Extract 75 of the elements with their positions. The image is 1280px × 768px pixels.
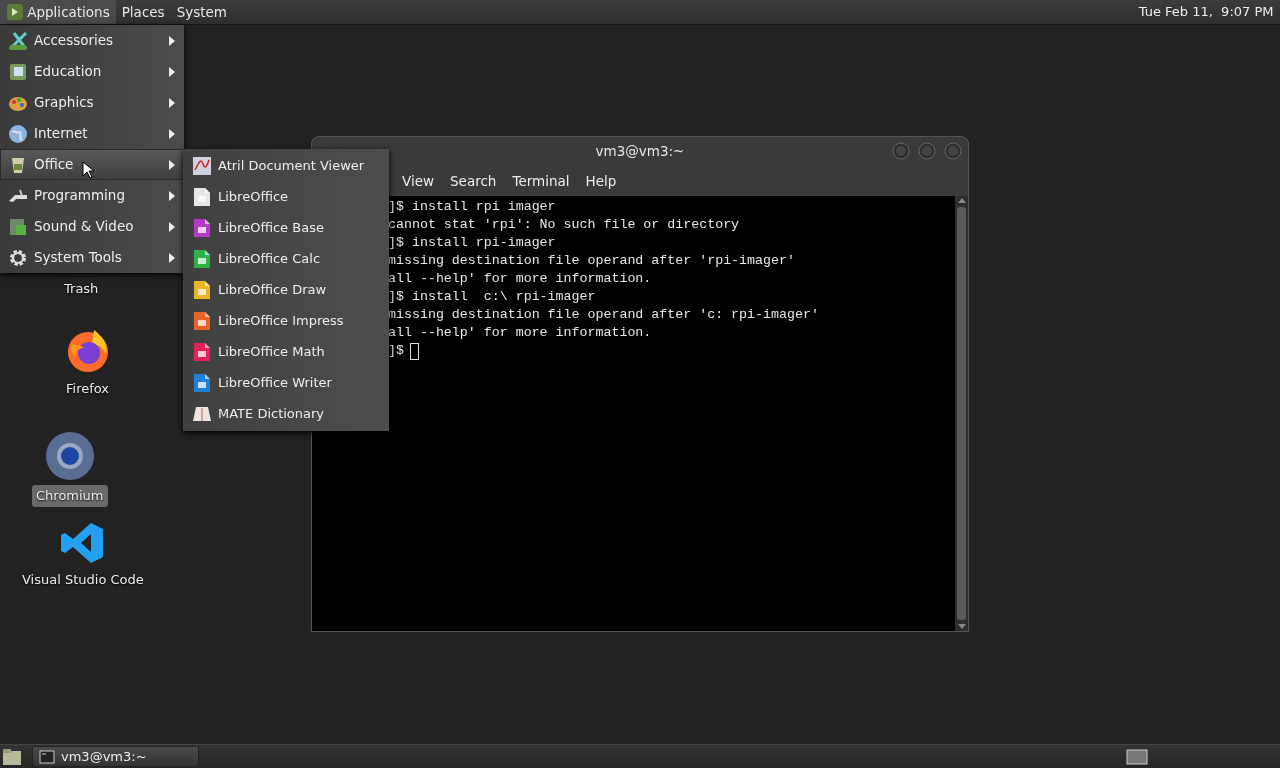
submenu-arrow-icon bbox=[168, 220, 176, 233]
menu-item[interactable]: System Tools bbox=[0, 242, 184, 273]
show-desktop-icon[interactable] bbox=[2, 747, 22, 766]
menu-item[interactable]: LibreOffice Draw bbox=[183, 274, 389, 305]
menu-item[interactable]: Search bbox=[444, 168, 503, 194]
education-icon bbox=[8, 61, 28, 82]
document-icon bbox=[192, 186, 212, 207]
menu-item[interactable]: View bbox=[396, 168, 441, 194]
workspace-switcher-icon[interactable] bbox=[1126, 748, 1148, 765]
submenu-arrow-icon bbox=[168, 34, 176, 47]
browser-icon[interactable] bbox=[44, 431, 95, 481]
terminal-line: ]$ install rpi imager bbox=[388, 198, 556, 216]
accessories-icon bbox=[8, 30, 28, 51]
globe-icon bbox=[8, 123, 28, 144]
terminal-line: ]$ bbox=[388, 342, 404, 360]
document-icon bbox=[192, 372, 212, 393]
menu-item[interactable]: LibreOffice bbox=[183, 181, 389, 212]
mouse-pointer-icon bbox=[82, 161, 94, 179]
panel-menu[interactable]: Places bbox=[115, 0, 171, 24]
clock[interactable]: Tue Feb 11, 9:07 PM bbox=[1132, 2, 1280, 22]
menu-item[interactable]: MATE Dictionary bbox=[183, 398, 389, 429]
code-editor-icon[interactable] bbox=[60, 521, 105, 565]
terminal-line: ]$ install c:\ rpi-imager bbox=[388, 288, 596, 306]
menu-item[interactable]: Help bbox=[579, 168, 623, 194]
menu-item[interactable]: LibreOffice Writer bbox=[183, 367, 389, 398]
panel-menu[interactable]: System bbox=[170, 0, 233, 24]
menu-item[interactable]: Education bbox=[0, 56, 184, 87]
minimize-button[interactable] bbox=[892, 142, 910, 160]
close-button[interactable] bbox=[944, 142, 962, 160]
menu-item[interactable]: Sound & Video bbox=[0, 211, 184, 242]
menu-item[interactable]: Atril Document Viewer bbox=[183, 150, 389, 181]
document-viewer-icon bbox=[192, 155, 212, 176]
maximize-button[interactable] bbox=[918, 142, 936, 160]
scroll-up-arrow[interactable] bbox=[956, 196, 967, 204]
menu-item[interactable]: Graphics bbox=[0, 87, 184, 118]
desktop-icon-label[interactable]: Firefox bbox=[62, 378, 114, 400]
submenu-arrow-icon bbox=[168, 251, 176, 264]
terminal-icon bbox=[39, 749, 55, 764]
menu-item[interactable]: Office bbox=[0, 149, 184, 180]
menu-item[interactable]: LibreOffice Math bbox=[183, 336, 389, 367]
terminal-line: cannot stat 'rpi': No such file or directory bbox=[388, 216, 740, 234]
taskbar-button[interactable]: vm3@vm3:~ bbox=[32, 746, 199, 767]
menu-item[interactable]: Terminal bbox=[506, 168, 576, 194]
document-icon bbox=[192, 279, 212, 300]
menu-logo-icon bbox=[6, 3, 24, 21]
menu-item[interactable]: Programming bbox=[0, 180, 184, 211]
menu-item[interactable]: LibreOffice Calc bbox=[183, 243, 389, 274]
terminal-line: all --help' for more information. bbox=[388, 270, 652, 288]
terminal-line: missing destination file operand after 'rpi-imager' bbox=[388, 252, 795, 270]
desktop-icon-label[interactable]: Trash bbox=[60, 278, 103, 300]
document-icon bbox=[192, 341, 212, 362]
terminal-line: all --help' for more information. bbox=[388, 324, 652, 342]
film-icon bbox=[8, 216, 28, 237]
text-cursor bbox=[410, 342, 420, 360]
scrollbar-thumb[interactable] bbox=[957, 207, 966, 620]
document-icon bbox=[192, 217, 212, 238]
terminal-line: ]$ install rpi-imager bbox=[388, 234, 556, 252]
desktop-icon-label[interactable]: Chromium bbox=[32, 485, 108, 507]
window-title: vm3@vm3:~ bbox=[595, 142, 685, 162]
submenu-arrow-icon bbox=[168, 158, 176, 171]
menu-item[interactable]: Internet bbox=[0, 118, 184, 149]
menu-item[interactable]: Accessories bbox=[0, 25, 184, 56]
panel-menu[interactable]: Applications bbox=[0, 0, 116, 24]
submenu-arrow-icon bbox=[168, 65, 176, 78]
submenu-arrow-icon bbox=[168, 189, 176, 202]
gear-icon bbox=[8, 247, 28, 268]
document-icon bbox=[192, 310, 212, 331]
menu-item[interactable]: LibreOffice Base bbox=[183, 212, 389, 243]
submenu-arrow-icon bbox=[168, 96, 176, 109]
scroll-down-arrow[interactable] bbox=[956, 623, 967, 631]
terminal-line: missing destination file operand after 'c: rpi-imager' bbox=[388, 306, 819, 324]
menu-item[interactable]: LibreOffice Impress bbox=[183, 305, 389, 336]
desktop-icon-label[interactable]: Visual Studio Code bbox=[18, 569, 148, 591]
document-icon bbox=[192, 248, 212, 269]
submenu-arrow-icon bbox=[168, 127, 176, 140]
